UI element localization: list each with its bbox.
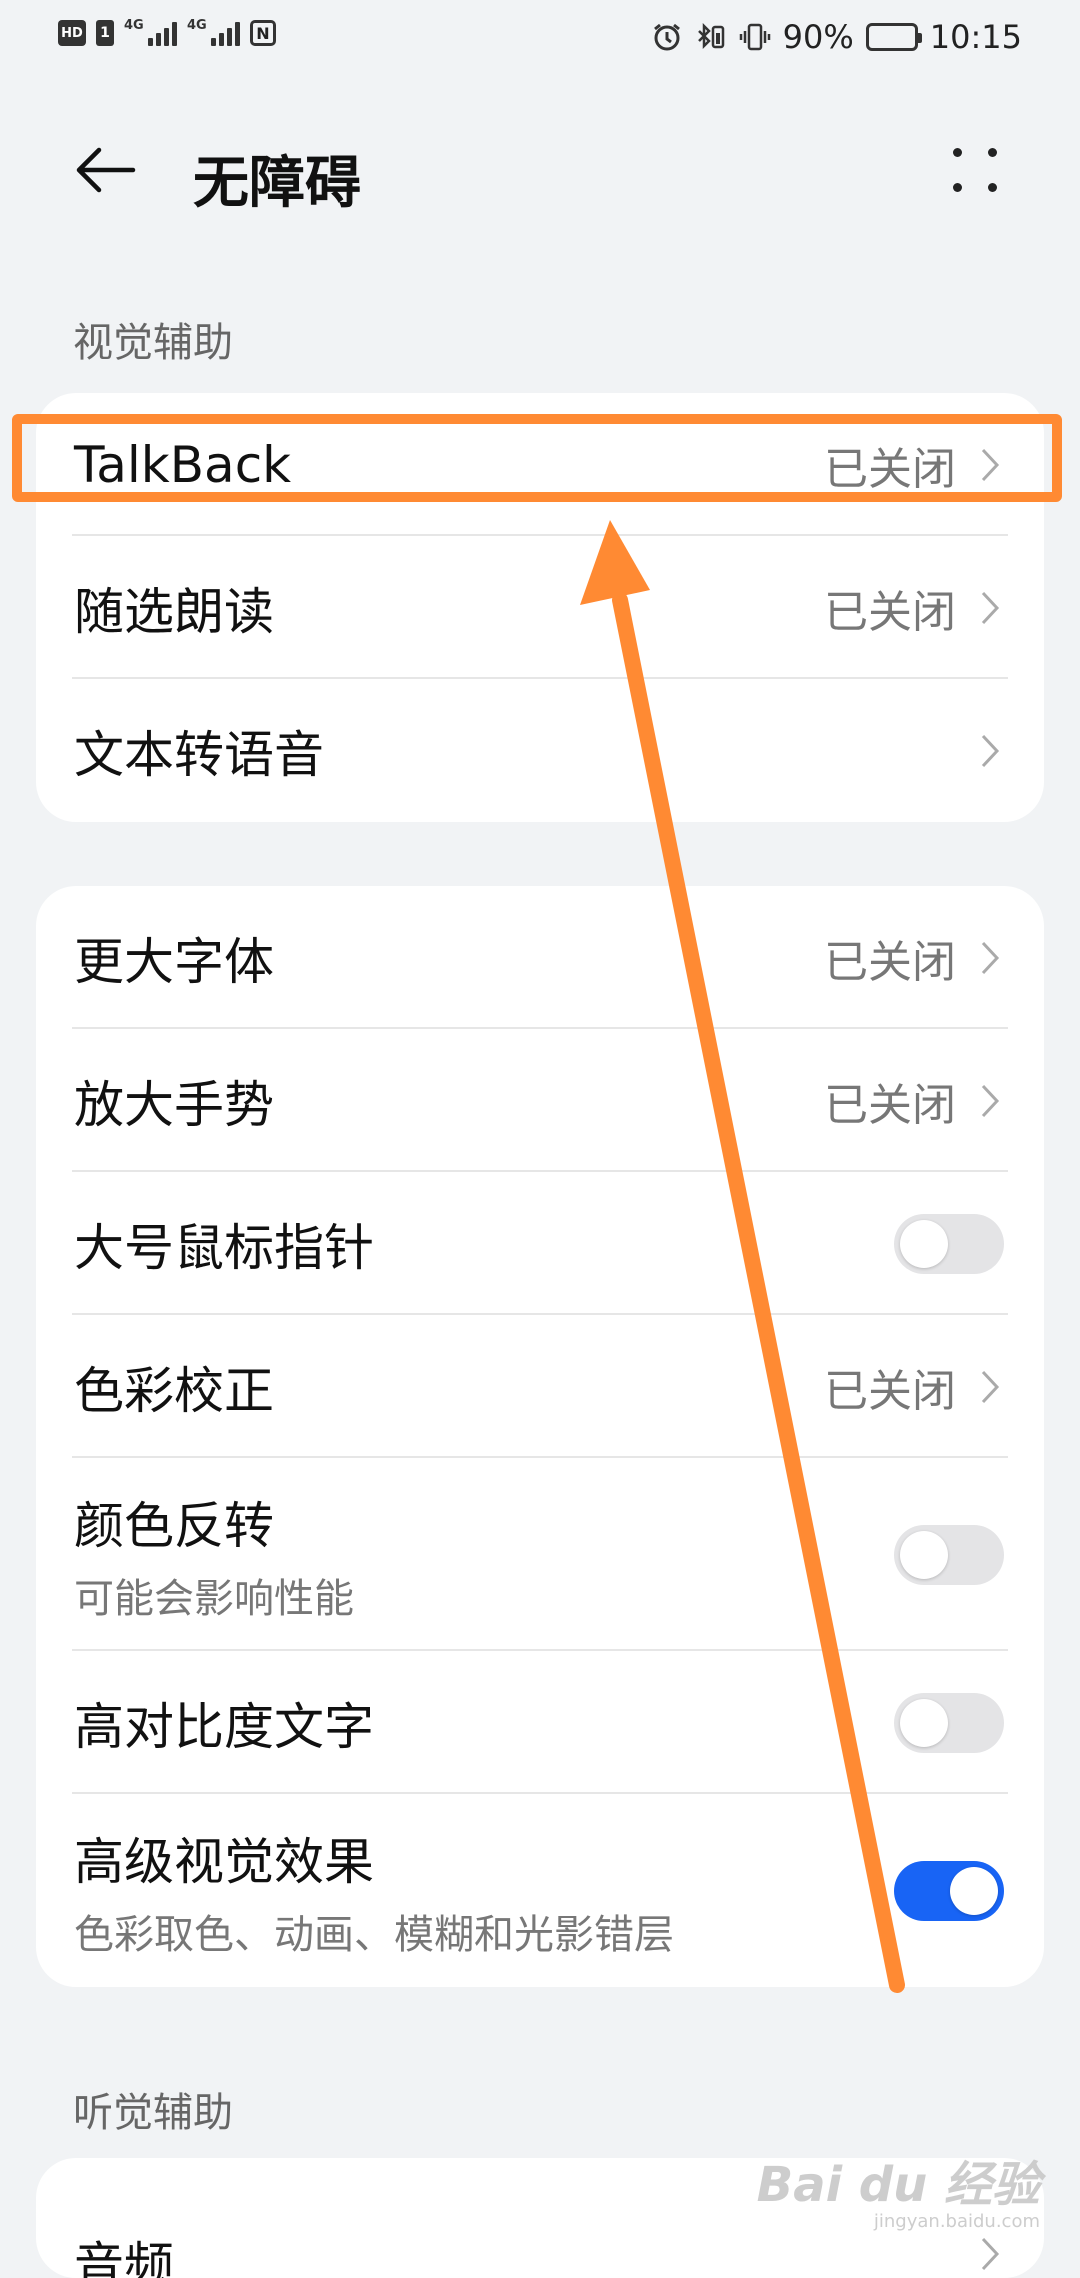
clock: 10:15: [929, 18, 1022, 56]
list-item-high-contrast-text: 高对比度文字: [36, 1651, 1044, 1794]
bluetooth-battery-icon: [697, 22, 724, 50]
vibrate-icon: [739, 23, 770, 51]
list-item-text-to-speech[interactable]: 文本转语音: [36, 679, 1044, 822]
row-status: 已关闭: [824, 1079, 956, 1131]
signal-1-icon: 4G: [124, 18, 177, 46]
chevron-right-icon: [976, 588, 1004, 628]
row-status: 已关闭: [824, 586, 956, 638]
row-title: 放大手势: [74, 1075, 274, 1134]
list-item-larger-font[interactable]: 更大字体 已关闭: [36, 886, 1044, 1029]
row-title: TalkBack: [74, 435, 292, 494]
more-options-button[interactable]: [940, 135, 1010, 205]
row-title: 更大字体: [74, 932, 274, 991]
row-subtitle: 色彩取色、动画、模糊和光影错层: [74, 1911, 674, 1958]
row-status: 已关闭: [824, 936, 956, 988]
section-label-visual: 视觉辅助: [73, 320, 233, 366]
list-item-select-to-speak[interactable]: 随选朗读 已关闭: [36, 536, 1044, 679]
row-status: 已关闭: [824, 1365, 956, 1417]
row-title: 高级视觉效果: [74, 1832, 374, 1891]
row-title: 高对比度文字: [74, 1697, 374, 1756]
more-dot-icon: [953, 183, 962, 192]
list-item-color-correction[interactable]: 色彩校正 已关闭: [36, 1315, 1044, 1458]
row-status: 已关闭: [824, 443, 956, 495]
signal-2-icon: 4G: [187, 18, 240, 46]
network-type-1: 4G: [124, 18, 144, 33]
battery-percent: 90%: [782, 18, 854, 56]
more-dot-icon: [988, 183, 997, 192]
status-right-icons: 90% 10:15: [651, 18, 1022, 56]
watermark: Bai du 经验 jingyan.baidu.com: [757, 2145, 1040, 2232]
status-bar: HD 1 4G 4G N 90% 10:15: [0, 0, 1080, 80]
row-title: 文本转语音: [74, 725, 324, 784]
chevron-right-icon: [976, 1367, 1004, 1407]
list-item-magnification-gesture[interactable]: 放大手势 已关闭: [36, 1029, 1044, 1172]
card-visual-display: 更大字体 已关闭 放大手势 已关闭 大号鼠标指针 色彩校正 已关闭 颜色反转 可…: [36, 886, 1044, 1987]
more-dot-icon: [988, 148, 997, 157]
app-header: 无障碍: [0, 110, 1080, 230]
list-item-color-inversion: 颜色反转 可能会影响性能: [36, 1458, 1044, 1651]
back-button[interactable]: [70, 135, 140, 205]
section-label-hearing: 听觉辅助: [73, 2090, 233, 2136]
row-title: 随选朗读: [74, 582, 274, 641]
chevron-right-icon: [976, 445, 1004, 485]
hd-voice-icon: HD: [58, 20, 86, 46]
list-item-large-mouse-pointer: 大号鼠标指针: [36, 1172, 1044, 1315]
high-contrast-toggle[interactable]: [894, 1692, 1004, 1753]
battery-icon: [865, 23, 922, 51]
row-title: 颜色反转: [74, 1496, 274, 1555]
page-title: 无障碍: [193, 151, 361, 216]
watermark-logo: Bai du 经验: [756, 2157, 1040, 2213]
card-visual-speech: TalkBack 已关闭 随选朗读 已关闭 文本转语音: [36, 393, 1044, 822]
large-pointer-toggle[interactable]: [894, 1213, 1004, 1274]
nfc-icon: N: [250, 20, 276, 46]
row-title: 色彩校正: [74, 1361, 274, 1420]
alarm-icon: [653, 23, 680, 51]
status-left-icons: HD 1 4G 4G N: [58, 18, 276, 46]
row-subtitle: 可能会影响性能: [74, 1575, 354, 1622]
color-inversion-toggle[interactable]: [894, 1524, 1004, 1585]
chevron-right-icon: [976, 2234, 1004, 2274]
chevron-right-icon: [976, 1081, 1004, 1121]
row-title: 大号鼠标指针: [74, 1218, 374, 1277]
more-dot-icon: [953, 148, 962, 157]
network-type-2: 4G: [187, 18, 207, 33]
list-item-talkback[interactable]: TalkBack 已关闭: [36, 393, 1044, 536]
chevron-right-icon: [976, 731, 1004, 771]
sim-1-icon: 1: [96, 20, 114, 46]
list-item-advanced-visual-effects: 高级视觉效果 色彩取色、动画、模糊和光影错层: [36, 1794, 1044, 1987]
arrow-left-icon: [76, 147, 136, 193]
row-title: 音频: [74, 2237, 174, 2278]
chevron-right-icon: [976, 938, 1004, 978]
advanced-visual-effects-toggle[interactable]: [894, 1860, 1004, 1921]
